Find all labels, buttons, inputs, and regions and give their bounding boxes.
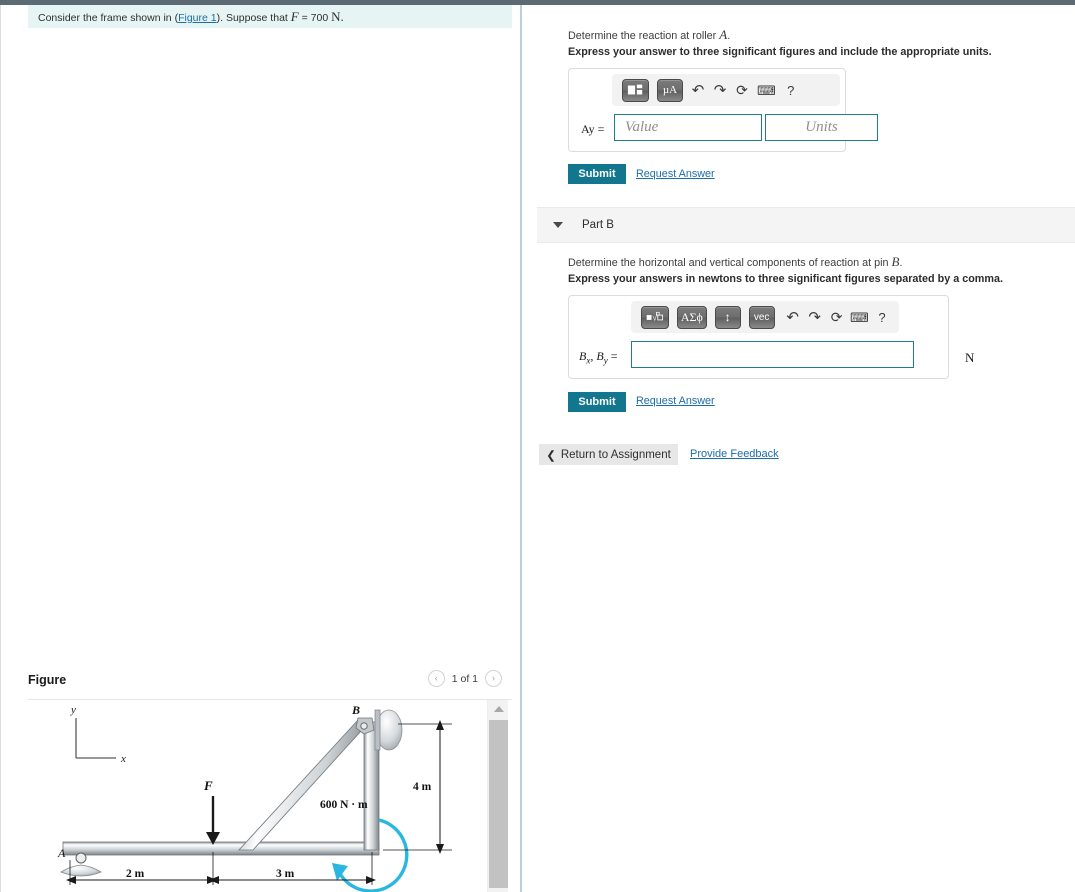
figure-title: Figure <box>28 673 67 687</box>
figure-navigation: ‹ 1 of 1 › <box>427 670 502 687</box>
part-b-answer-box: √ ΑΣϕ ↕ vec ↶ ↷ ⟳ ⌨ ? Bx, By = <box>568 295 949 379</box>
part-b-answer-label: Bx, By = <box>579 349 618 366</box>
figure-counter: 1 of 1 <box>451 672 478 685</box>
template-matrix-icon[interactable] <box>622 78 649 102</box>
label-dim-3m: 3 m <box>276 868 295 880</box>
force-symbol: F <box>290 8 299 24</box>
provide-feedback-link[interactable]: Provide Feedback <box>690 448 779 460</box>
force-unit: N. <box>331 8 344 24</box>
part-b-collapse-caret-icon[interactable] <box>553 222 563 228</box>
frame-diagram: y x B A F 600 N · m 4 m 2 m 3 m <box>57 703 452 892</box>
arrows-updown-icon[interactable]: ↕ <box>714 305 741 329</box>
label-moment: 600 N · m <box>320 799 368 811</box>
horizontal-beam <box>62 841 380 856</box>
diagonal-member <box>238 719 372 851</box>
part-a-instruction: Express your answer to three significant… <box>568 46 992 58</box>
axis-label-y: y <box>70 704 76 716</box>
figure-1-link[interactable]: Figure 1 <box>178 12 217 24</box>
redo-icon[interactable]: ↷ <box>808 310 822 325</box>
label-dim-4m: 4 m <box>413 781 432 793</box>
part-b-submit-button[interactable]: Submit <box>568 392 626 412</box>
help-icon[interactable]: ? <box>875 311 889 324</box>
part-b-unit-suffix: N <box>965 350 975 365</box>
part-b-question-end: . <box>899 257 903 269</box>
problem-statement-banner: Consider the frame shown in (Figure 1). … <box>28 5 512 28</box>
part-a-units-input[interactable]: Units <box>765 114 878 141</box>
redo-icon[interactable]: ↷ <box>713 83 727 98</box>
undo-icon[interactable]: ↶ <box>691 83 705 98</box>
part-b-instruction: Express your answers in newtons to three… <box>568 273 1004 285</box>
reset-icon[interactable]: ⟳ <box>830 310 844 324</box>
scroll-up-arrow-icon[interactable] <box>488 700 509 718</box>
page-root: Consider the frame shown in (Figure 1). … <box>0 0 1075 892</box>
units-micro-amp-icon[interactable]: µA <box>657 78 683 102</box>
part-b-header[interactable]: Part B <box>537 207 1075 243</box>
return-to-assignment-label: Return to Assignment <box>560 448 671 461</box>
problem-text-after: ). Suppose that <box>216 11 291 24</box>
right-panel: Determine the reaction at roller A. Expr… <box>522 5 1075 892</box>
force-arrow-f: F <box>203 778 220 845</box>
figure-next-icon[interactable]: › <box>485 670 502 687</box>
keyboard-icon[interactable]: ⌨ <box>757 84 776 97</box>
part-a-request-answer-link[interactable]: Request Answer <box>636 168 715 180</box>
label-dim-2m: 2 m <box>126 868 145 880</box>
figure-scrollbar[interactable] <box>487 700 508 892</box>
figure-prev-icon[interactable]: ‹ <box>427 670 445 687</box>
coordinate-axes: y x <box>70 704 126 765</box>
part-b-question-text: Determine the horizontal and vertical co… <box>568 257 892 269</box>
problem-statement-text: Consider the frame shown in (Figure 1). … <box>38 10 344 24</box>
dimension-horizontal: 2 m 3 m <box>66 852 376 885</box>
part-a-submit-button[interactable]: Submit <box>568 164 626 184</box>
undo-icon[interactable]: ↶ <box>786 310 800 325</box>
scrollbar-thumb[interactable] <box>489 720 508 888</box>
figure-header: Figure ‹ 1 of 1 › <box>28 668 512 698</box>
keyboard-icon[interactable]: ⌨ <box>850 311 869 324</box>
part-b-request-answer-link[interactable]: Request Answer <box>636 395 715 407</box>
return-to-assignment-button[interactable]: ❮ Return to Assignment <box>539 444 678 465</box>
part-a-question-symbol: A <box>719 27 728 42</box>
reset-icon[interactable]: ⟳ <box>735 83 749 97</box>
help-icon[interactable]: ? <box>784 84 798 97</box>
pin-support-b: B <box>351 703 403 751</box>
chevron-left-icon: ❮ <box>546 449 556 462</box>
part-a-toolbar: µA ↶ ↷ ⟳ ⌨ ? <box>612 74 840 106</box>
part-b-answer-input[interactable] <box>631 341 914 368</box>
template-radical-icon[interactable]: √ <box>641 305 669 329</box>
problem-text-before: Consider the frame shown in ( <box>38 11 179 24</box>
part-b-question: Determine the horizontal and vertical co… <box>568 255 902 269</box>
part-a-answer-label: Ay = <box>581 122 605 136</box>
part-a-question: Determine the reaction at roller A. <box>568 28 730 42</box>
part-a-answer-box: µA ↶ ↷ ⟳ ⌨ ? Ay = Value Units <box>568 68 878 152</box>
greek-symbols-icon[interactable]: ΑΣϕ <box>677 305 707 329</box>
axis-label-x: x <box>120 753 126 765</box>
part-b-toolbar: √ ΑΣϕ ↕ vec ↶ ↷ ⟳ ⌨ ? <box>631 301 899 333</box>
force-value: = 700 <box>298 11 332 24</box>
label-point-a: A <box>57 846 66 860</box>
part-b-label: Part B <box>582 219 614 231</box>
part-a-value-input[interactable]: Value <box>614 114 762 141</box>
part-a-question-end: . <box>727 30 731 42</box>
vector-icon[interactable]: vec <box>748 305 775 329</box>
part-a-question-text: Determine the reaction at roller <box>568 30 720 42</box>
figure-body: y x B A F 600 N · m 4 m 2 m 3 m <box>28 700 512 892</box>
label-force-f: F <box>203 778 213 793</box>
left-panel: Consider the frame shown in (Figure 1). … <box>0 5 521 892</box>
label-point-b: B <box>351 703 360 717</box>
